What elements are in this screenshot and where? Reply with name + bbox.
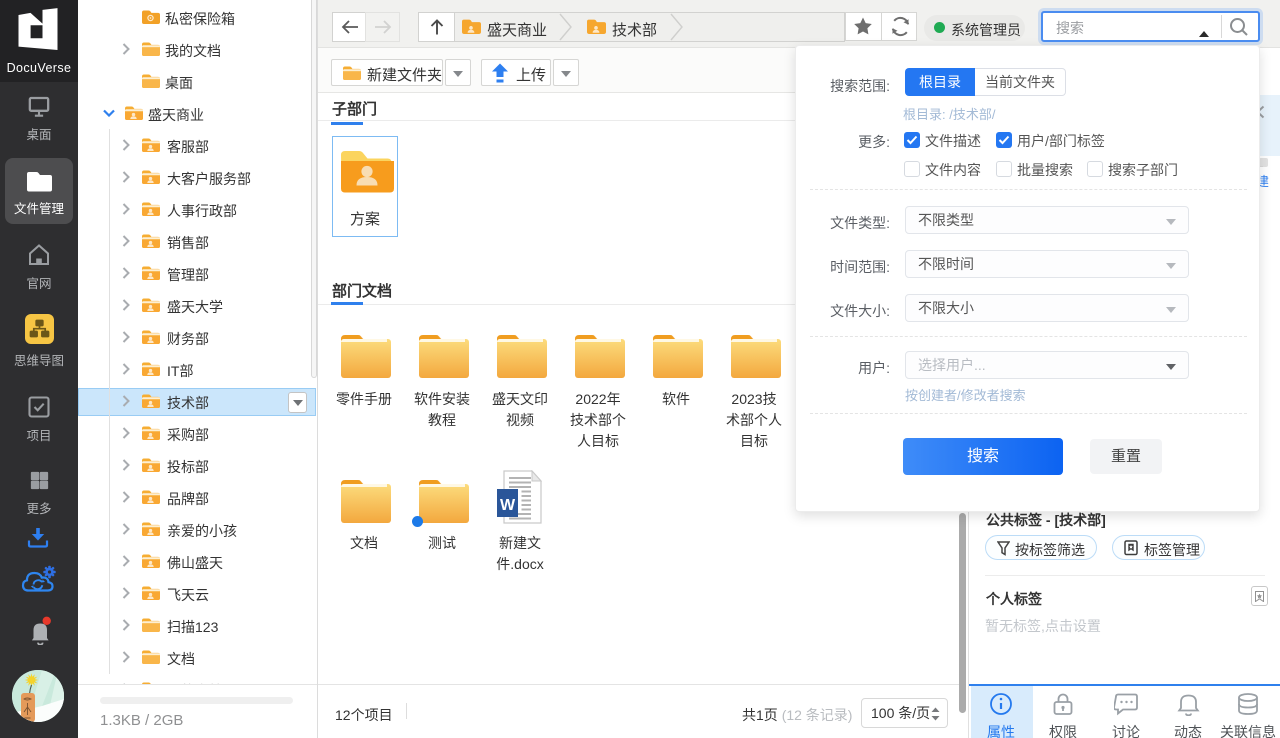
svg-text:W: W [500,497,516,514]
